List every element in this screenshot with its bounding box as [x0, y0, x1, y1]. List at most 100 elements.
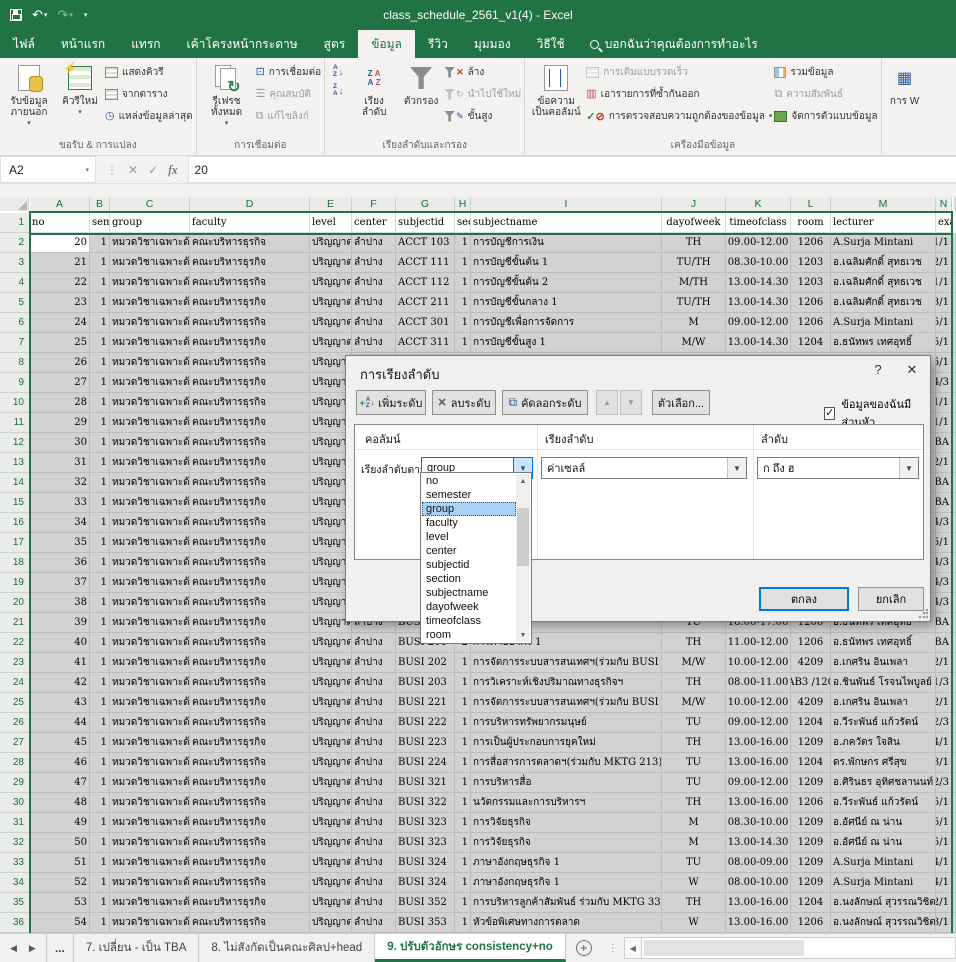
col-header-I[interactable]: I: [471, 197, 662, 211]
cell[interactable]: 25: [30, 333, 90, 353]
select-all-corner[interactable]: [0, 197, 29, 211]
cell[interactable]: 1: [90, 473, 110, 493]
cell[interactable]: คณะบริหารธุรกิจ: [190, 293, 310, 313]
cell[interactable]: คณะบริหารธุรกิจ: [190, 653, 310, 673]
cell[interactable]: BUSI 223: [396, 733, 455, 753]
cell[interactable]: หมวดวิชาเฉพาะด้าน: [110, 293, 190, 313]
get-external-data-button[interactable]: รับข้อมูลภายนอก ▾: [3, 60, 55, 139]
cell[interactable]: คณะบริหารธุรกิจ: [190, 553, 310, 573]
cell[interactable]: 21: [30, 253, 90, 273]
cell[interactable]: 5/1: [936, 533, 952, 553]
ribbon-tab-0[interactable]: ไฟล์: [0, 30, 48, 58]
cell[interactable]: M: [662, 833, 726, 853]
cell[interactable]: 1206: [791, 633, 831, 653]
cell[interactable]: 13.00-14.30: [726, 333, 791, 353]
cell[interactable]: 1: [90, 693, 110, 713]
dropdown-item-timeofclass[interactable]: timeofclass: [422, 614, 516, 628]
cell[interactable]: 39: [30, 613, 90, 633]
cell[interactable]: คณะบริหารธุรกิจ: [190, 333, 310, 353]
cell[interactable]: 1206: [791, 233, 831, 253]
cell[interactable]: คณะบริหารธุรกิจ: [190, 793, 310, 813]
cell[interactable]: หมวดวิชาเฉพาะด้าน: [110, 733, 190, 753]
cell[interactable]: อ.นงลักษณ์ สุวรรณวิชิตกุล: [831, 913, 936, 933]
cell[interactable]: ลำปาง: [352, 773, 396, 793]
cell[interactable]: 1: [90, 633, 110, 653]
tell-me-search[interactable]: บอกฉันว่าคุณต้องการทำอะไร: [578, 30, 770, 58]
cell[interactable]: 1: [90, 593, 110, 613]
ribbon-tab-4[interactable]: สูตร: [311, 30, 359, 58]
sheet-nav-right-icon[interactable]: ▶: [29, 943, 36, 954]
cell[interactable]: TU/TH: [662, 293, 726, 313]
cell[interactable]: ACCT 311: [396, 333, 455, 353]
cell[interactable]: ลำปาง: [352, 833, 396, 853]
cell[interactable]: อ.วีระพันธ์ แก้วรัตน์: [831, 713, 936, 733]
cell[interactable]: M: [662, 813, 726, 833]
cell[interactable]: M: [662, 313, 726, 333]
cell[interactable]: หมวดวิชาเฉพาะด้าน: [110, 893, 190, 913]
cell[interactable]: 1: [90, 833, 110, 853]
cell[interactable]: ลำปาง: [352, 233, 396, 253]
row-header-26[interactable]: 26: [0, 713, 29, 733]
cell[interactable]: อ.ภควัตร ใจสิน: [831, 733, 936, 753]
data-validation-button[interactable]: ✓⊘ การตรวจสอบความถูกต้องของข้อมูล ▾: [586, 107, 772, 125]
cell[interactable]: 08.00-10.00: [726, 873, 791, 893]
cell[interactable]: 1203: [791, 273, 831, 293]
row-header-28[interactable]: 28: [0, 753, 29, 773]
cell[interactable]: 4/3: [936, 593, 952, 613]
cell[interactable]: 2/1: [936, 893, 952, 913]
cell[interactable]: หมวดวิชาเฉพาะด้าน: [110, 493, 190, 513]
recent-sources-button[interactable]: ◷ แหล่งข้อมูลล่าสุด: [105, 107, 193, 125]
cell[interactable]: TBA: [936, 493, 952, 513]
row-header-25[interactable]: 25: [0, 693, 29, 713]
cell[interactable]: 10.00-12.00: [726, 693, 791, 713]
cell[interactable]: 1: [455, 833, 471, 853]
row-header-17[interactable]: 17: [0, 533, 29, 553]
cell[interactable]: 1206: [791, 293, 831, 313]
cell[interactable]: คณะบริหารธุรกิจ: [190, 373, 310, 393]
cell[interactable]: คณะบริหารธุรกิจ: [190, 773, 310, 793]
cell[interactable]: BUSI 323: [396, 833, 455, 853]
cell[interactable]: 1: [90, 733, 110, 753]
row-header-2[interactable]: 2: [0, 233, 29, 253]
cell[interactable]: ลำปาง: [352, 753, 396, 773]
cell[interactable]: ปริญญาตรี: [310, 713, 352, 733]
cell[interactable]: การจัดการระบบสารสนเทศฯ(ร่วมกับ BUSI 202): [471, 693, 662, 713]
cell[interactable]: คณะบริหารธุรกิจ: [190, 633, 310, 653]
cell[interactable]: 1: [90, 313, 110, 333]
cell[interactable]: หมวดวิชาเฉพาะด้าน: [110, 653, 190, 673]
cell[interactable]: 1/1: [936, 233, 952, 253]
cell-r1-c14[interactable]: exam: [936, 213, 952, 233]
cell[interactable]: ลำปาง: [352, 633, 396, 653]
row-header-12[interactable]: 12: [0, 433, 29, 453]
cell[interactable]: 1: [90, 773, 110, 793]
cell[interactable]: 38: [30, 593, 90, 613]
col-header-G[interactable]: G: [396, 197, 455, 211]
sort-descending-button[interactable]: ZA↓: [328, 82, 348, 99]
cell[interactable]: คณะบริหารธุรกิจ: [190, 453, 310, 473]
cell[interactable]: 37: [30, 573, 90, 593]
sort-button[interactable]: Z AA Z เรียงลำดับ: [350, 60, 398, 139]
cell[interactable]: 35: [30, 533, 90, 553]
cell[interactable]: คณะบริหารธุรกิจ: [190, 253, 310, 273]
cell[interactable]: การบริหารทรัพยากรมนุษย์: [471, 713, 662, 733]
cell[interactable]: A.Surja Mintani: [831, 853, 936, 873]
cell[interactable]: 5/1: [936, 333, 952, 353]
cell[interactable]: หมวดวิชาเฉพาะด้าน: [110, 793, 190, 813]
cell[interactable]: หมวดวิชาเฉพาะด้าน: [110, 513, 190, 533]
cell[interactable]: 1209: [791, 813, 831, 833]
order-combobox[interactable]: ก ถึง ฮ ▼: [757, 457, 919, 479]
cell[interactable]: อ.เฉลิมศักดิ์ สุทธเวช: [831, 293, 936, 313]
chevron-down-icon[interactable]: ▼: [899, 458, 918, 478]
cell[interactable]: 13.00-14.30: [726, 293, 791, 313]
col-header-F[interactable]: F: [352, 197, 396, 211]
row-header-34[interactable]: 34: [0, 873, 29, 893]
row-header-8[interactable]: 8: [0, 353, 29, 373]
cell[interactable]: หมวดวิชาเฉพาะด้าน: [110, 313, 190, 333]
cell[interactable]: 1206: [791, 913, 831, 933]
cell[interactable]: คณะบริหารธุรกิจ: [190, 353, 310, 373]
cell[interactable]: LAB3 /1209: [791, 673, 831, 693]
cell[interactable]: 47: [30, 773, 90, 793]
cell[interactable]: 1: [90, 613, 110, 633]
cell[interactable]: 1209: [791, 853, 831, 873]
cell[interactable]: 1209: [791, 873, 831, 893]
